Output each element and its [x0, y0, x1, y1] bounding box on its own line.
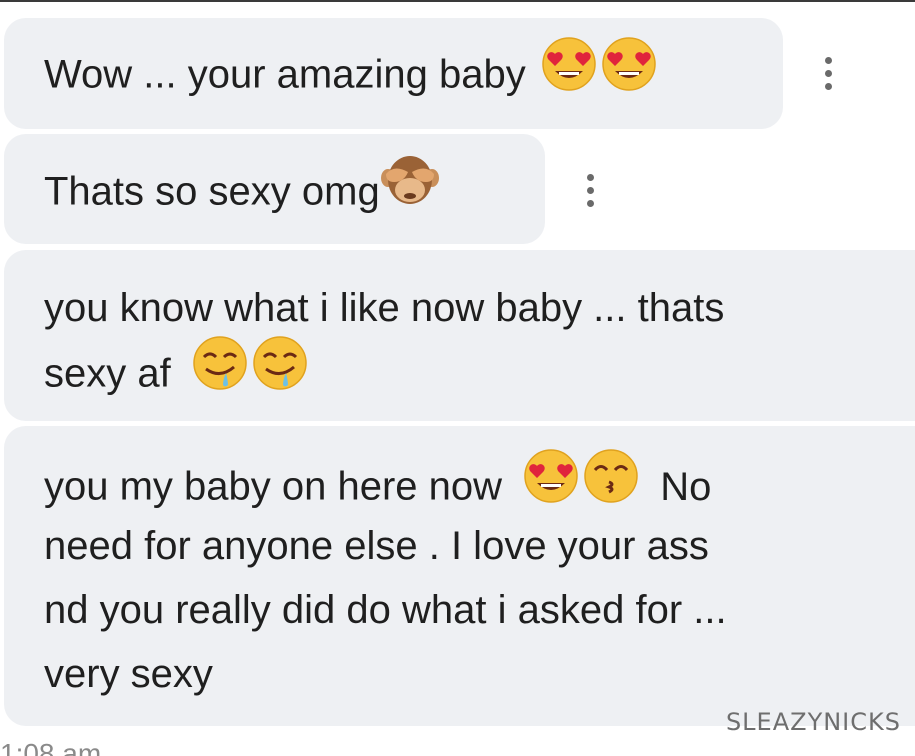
message-text: sexy af: [44, 351, 171, 396]
kissing-smiling-eyes-icon: [583, 448, 639, 522]
chat-screen: Wow ... your amazing baby Thats so sexy …: [0, 0, 915, 756]
message-text: you my baby on here now: [44, 464, 503, 509]
message-text: Wow ... your amazing baby: [44, 52, 526, 97]
message-text: need for anyone else . I love your ass: [44, 524, 709, 568]
message-line: very sexy: [44, 643, 213, 705]
message-text: Thats so sexy omg: [44, 169, 380, 214]
message-text: very sexy: [44, 652, 213, 696]
watermark: SLEAZYNICKS: [725, 708, 901, 736]
heart-eyes-icon: [541, 36, 597, 110]
drooling-face-icon: [252, 335, 308, 409]
message-line: Thats so sexy omg: [44, 156, 440, 232]
message-line: need for anyone else . I love your ass: [44, 515, 709, 577]
more-options-icon[interactable]: [823, 55, 833, 95]
heart-eyes-icon: [601, 36, 657, 110]
message-text: you know what i like now baby ... thats: [44, 286, 725, 330]
message-bubble[interactable]: you my baby on here now No need for anyo…: [4, 426, 915, 726]
message-line: you know what i like now baby ... thats: [44, 277, 724, 339]
message-text: nd you really did do what i asked for ..…: [44, 588, 727, 632]
message-line: nd you really did do what i asked for ..…: [44, 579, 727, 641]
message-line: sexy af: [44, 336, 308, 413]
top-divider: [0, 0, 915, 2]
message-bubble[interactable]: Wow ... your amazing baby: [4, 18, 783, 129]
message-bubble[interactable]: you know what i like now baby ... thats …: [4, 250, 915, 421]
drooling-face-icon: [192, 335, 248, 409]
message-bubble[interactable]: Thats so sexy omg: [4, 134, 545, 244]
message-text: No: [660, 464, 712, 509]
see-no-evil-monkey-icon: [380, 152, 440, 228]
message-line: Wow ... your amazing baby: [44, 37, 657, 114]
message-timestamp: 1:08 am: [0, 738, 102, 756]
heart-eyes-icon: [523, 448, 579, 522]
more-options-icon[interactable]: [585, 172, 595, 212]
